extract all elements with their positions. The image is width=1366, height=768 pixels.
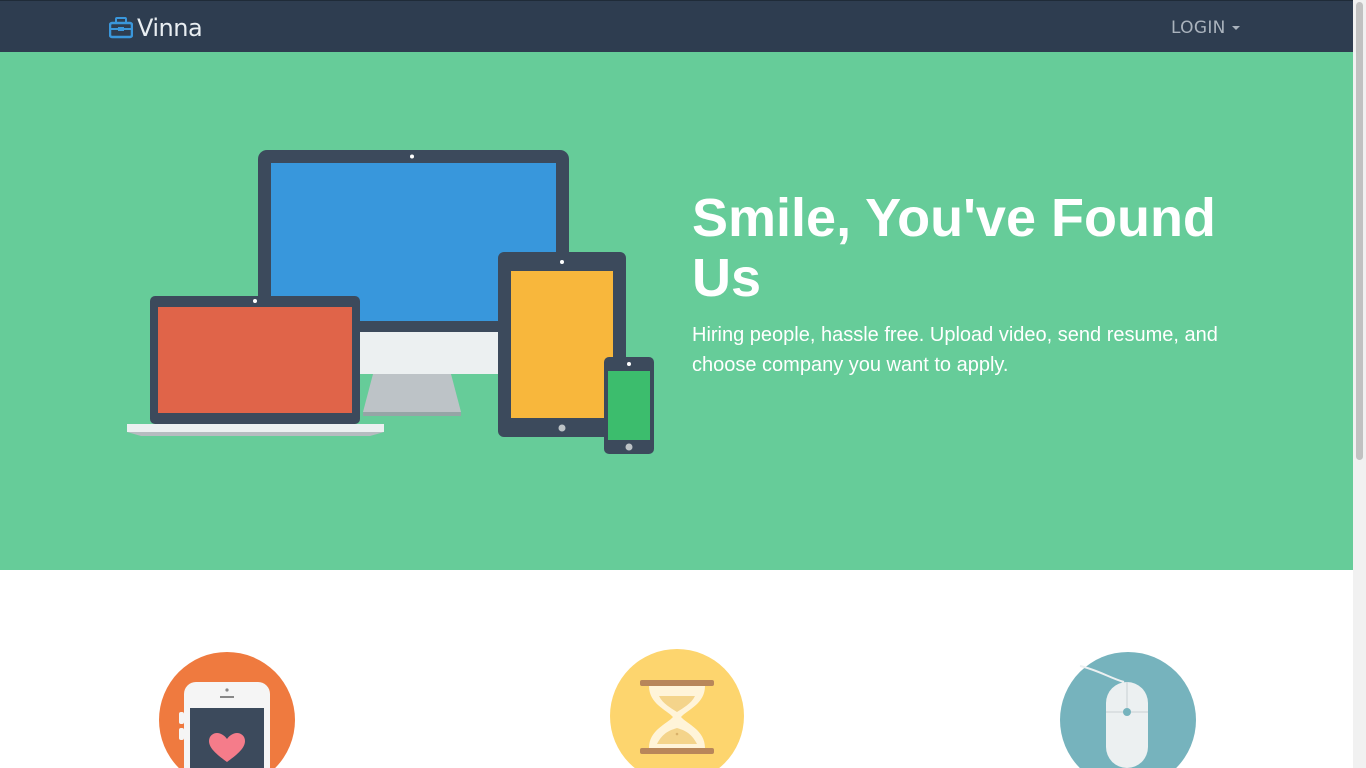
briefcase-icon bbox=[109, 17, 133, 39]
hero-section: Smile, You've Found Us Hiring people, ha… bbox=[0, 52, 1353, 570]
mouse-icon bbox=[1060, 652, 1196, 768]
devices-illustration bbox=[127, 150, 654, 454]
phone-icon bbox=[604, 357, 654, 454]
hero-title: Smile, You've Found Us bbox=[692, 188, 1216, 308]
login-label: LOGIN bbox=[1171, 18, 1226, 38]
top-navbar: Vinna LOGIN bbox=[0, 0, 1353, 52]
brand-link[interactable]: Vinna bbox=[109, 13, 203, 43]
hero-subtitle: Hiring people, hassle free. Upload video… bbox=[692, 324, 1218, 376]
hourglass-icon bbox=[610, 649, 744, 768]
caret-down-icon bbox=[1231, 26, 1240, 30]
laptop-icon bbox=[127, 296, 384, 436]
brand-name: Vinna bbox=[137, 14, 203, 42]
page-scrollbar[interactable] bbox=[1353, 0, 1366, 768]
phone-heart-icon bbox=[159, 652, 295, 768]
login-dropdown[interactable]: LOGIN bbox=[1171, 17, 1240, 39]
scrollbar-thumb[interactable] bbox=[1356, 2, 1363, 460]
